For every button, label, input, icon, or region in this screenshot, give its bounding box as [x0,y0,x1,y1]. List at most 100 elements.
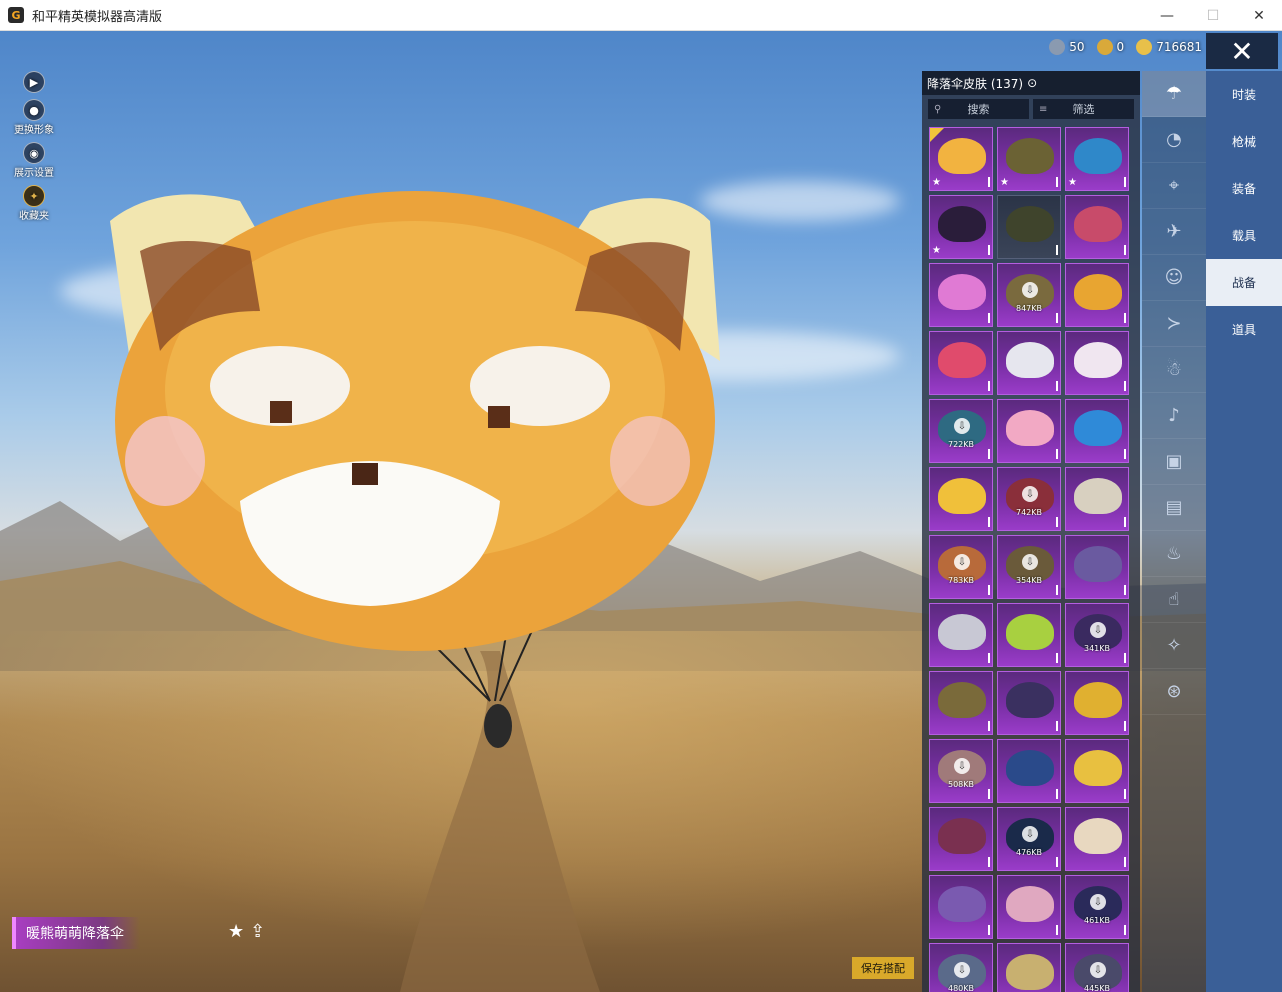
download-size: 476KB [1015,848,1042,857]
skin-item[interactable]: ⇩ 445KB [1065,943,1129,992]
skin-item[interactable] [997,399,1061,463]
download-icon[interactable]: ⇩ [1022,282,1038,298]
skin-item[interactable] [997,671,1061,735]
skin-panel: 降落伞皮肤 (137) ⊙ ⚲ 搜索 ≡ 筛选 ★ ★ ★ ★ ⇩ 847KB ⇩ 722KB… [922,71,1140,992]
skin-item[interactable] [997,603,1061,667]
glider-icon[interactable]: ≻ [1142,301,1206,347]
skin-item[interactable]: ⇩ 722KB [929,399,993,463]
skin-item[interactable] [929,603,993,667]
photo-icon[interactable]: ▤ [1142,485,1206,531]
app-window: G 和平精英模拟器高清版 — ☐ ✕ ▶ ● 更换形象 ◉ 展示设置 ✦ 收藏夹… [0,0,1282,992]
item-marker [1124,381,1126,391]
save-outfit-button[interactable]: 保存搭配 [852,957,914,979]
pet-icon[interactable]: ☃ [1142,347,1206,393]
window-close-button[interactable]: ✕ [1236,0,1282,31]
info-icon[interactable]: ⊙ [1027,76,1037,90]
category-tab[interactable]: 枪械 [1206,118,1282,165]
face-icon[interactable]: ☺ [1142,255,1206,301]
skin-item[interactable] [1065,807,1129,871]
item-marker [1056,313,1058,323]
skin-item[interactable]: ⇩ 476KB [997,807,1061,871]
skin-item[interactable] [1065,195,1129,259]
parachute-thumbnail [938,886,986,922]
skin-item[interactable] [1065,535,1129,599]
parachute-icon[interactable]: ☂ [1142,71,1206,117]
skin-item[interactable]: ★ [929,127,993,191]
close-icon[interactable]: ✕ [1206,33,1278,69]
skin-item[interactable] [1065,671,1129,735]
play-tool[interactable]: ▶ [23,71,45,93]
favorites-tool[interactable]: ✦ 收藏夹 [19,185,49,222]
skin-item[interactable]: ★ [1065,127,1129,191]
parachute-preview[interactable] [70,161,770,761]
extinguisher-icon[interactable]: ♨ [1142,531,1206,577]
sound-icon[interactable]: ♪ [1142,393,1206,439]
skin-item[interactable] [1065,739,1129,803]
skin-item[interactable]: ⇩ 508KB [929,739,993,803]
skin-item[interactable]: ⇩ 341KB [1065,603,1129,667]
skin-item[interactable] [929,807,993,871]
change-appearance-tool[interactable]: ● 更换形象 [14,99,54,136]
plane-icon[interactable]: ✈ [1142,209,1206,255]
skin-item[interactable] [997,195,1061,259]
skin-item[interactable] [1065,399,1129,463]
tool-label: 展示设置 [14,168,54,179]
box-icon[interactable]: ▣ [1142,439,1206,485]
skin-item[interactable]: ⇩ 480KB [929,943,993,992]
download-icon[interactable]: ⇩ [1022,486,1038,502]
skin-item[interactable] [929,875,993,939]
skin-item[interactable]: ⇩ 742KB [997,467,1061,531]
filter-label: 筛选 [1072,103,1095,116]
filter-button[interactable]: ≡ 筛选 [1033,99,1134,119]
drone-icon[interactable]: ⌖ [1142,163,1206,209]
minimize-button[interactable]: — [1144,0,1190,31]
skin-item[interactable] [929,331,993,395]
download-icon[interactable]: ⇩ [954,554,970,570]
skin-item[interactable] [929,671,993,735]
parachute-thumbnail [938,206,986,242]
skin-item[interactable] [997,331,1061,395]
hand-icon[interactable]: ☝ [1142,577,1206,623]
display-settings-tool[interactable]: ◉ 展示设置 [14,142,54,179]
star-icon[interactable]: ★ [228,921,244,942]
item-marker [1124,313,1126,323]
download-icon[interactable]: ⇩ [954,962,970,978]
parachute-thumbnail [1074,342,1122,378]
skin-item[interactable]: ★ [997,127,1061,191]
skin-item[interactable] [1065,467,1129,531]
skin-item[interactable] [929,263,993,327]
skin-item[interactable]: ★ [929,195,993,259]
ufo-icon[interactable]: ⊛ [1142,669,1206,715]
download-icon[interactable]: ⇩ [1090,622,1106,638]
eye-wing-icon[interactable]: ◔ [1142,117,1206,163]
item-marker [1124,449,1126,459]
skin-item[interactable]: ⇩ 783KB [929,535,993,599]
category-tab[interactable]: 道具 [1206,306,1282,353]
download-icon[interactable]: ⇩ [954,758,970,774]
wand-icon[interactable]: ✧ [1142,623,1206,669]
maximize-button[interactable]: ☐ [1190,0,1236,31]
category-tab[interactable]: 载具 [1206,212,1282,259]
parachute-thumbnail [1074,682,1122,718]
download-icon[interactable]: ⇩ [1022,554,1038,570]
category-tab[interactable]: 装备 [1206,165,1282,212]
share-icon[interactable]: ⇪ [250,921,265,942]
skin-item[interactable] [1065,331,1129,395]
download-icon[interactable]: ⇩ [1090,894,1106,910]
skin-item[interactable] [929,467,993,531]
skin-item[interactable] [997,739,1061,803]
download-icon[interactable]: ⇩ [1022,826,1038,842]
download-icon[interactable]: ⇩ [1090,962,1106,978]
category-tab[interactable]: 战备 [1206,259,1282,306]
skin-item[interactable] [997,875,1061,939]
skin-item[interactable]: ⇩ 354KB [997,535,1061,599]
category-tab[interactable]: 时装 [1206,71,1282,118]
search-button[interactable]: ⚲ 搜索 [928,99,1029,119]
play-icon[interactable]: ▶ [23,71,45,93]
skin-item[interactable]: ⇩ 847KB [997,263,1061,327]
skin-item[interactable] [997,943,1061,992]
download-icon[interactable]: ⇩ [954,418,970,434]
skin-item[interactable]: ⇩ 461KB [1065,875,1129,939]
skin-item[interactable] [1065,263,1129,327]
item-name-label: 暖熊萌萌降落伞 [12,917,140,949]
